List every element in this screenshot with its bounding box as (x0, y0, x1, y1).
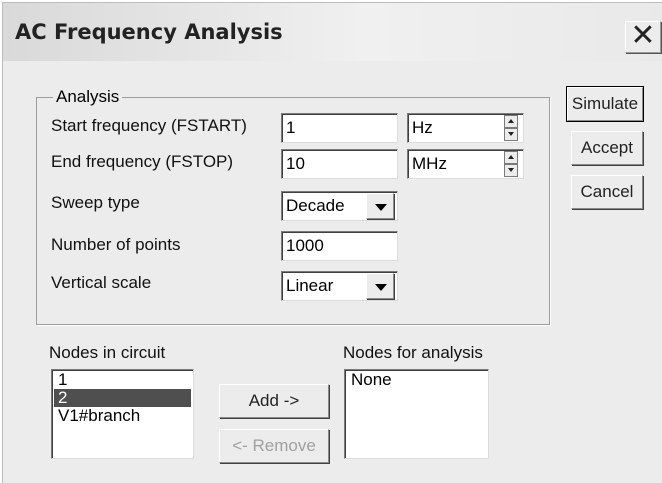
close-icon: ✕ (630, 19, 656, 52)
list-item[interactable]: 2 (54, 389, 191, 407)
number-of-points-input[interactable]: 1000 (281, 231, 398, 261)
end-unit-spinner[interactable] (504, 151, 518, 177)
dialog-title: AC Frequency Analysis (15, 20, 283, 44)
nodes-for-analysis-list[interactable]: None (344, 369, 489, 459)
close-button[interactable]: ✕ (625, 21, 661, 53)
list-item[interactable]: None (347, 371, 486, 389)
spin-down-icon[interactable] (504, 128, 518, 141)
start-frequency-input[interactable]: 1 (281, 113, 398, 143)
list-item[interactable]: V1#branch (54, 407, 191, 425)
end-frequency-input[interactable]: 10 (281, 149, 398, 179)
nodes-in-circuit-list[interactable]: 1 2 V1#branch (51, 369, 194, 459)
spin-down-icon[interactable] (504, 164, 518, 177)
spin-up-icon[interactable] (504, 115, 518, 128)
list-item[interactable]: 1 (54, 371, 191, 389)
start-frequency-label: Start frequency (FSTART) (51, 116, 247, 135)
chevron-down-icon[interactable] (366, 193, 394, 219)
simulate-button[interactable]: Simulate (566, 86, 644, 122)
start-unit-spinner[interactable] (504, 115, 518, 141)
nodes-for-analysis-label: Nodes for analysis (343, 343, 483, 362)
remove-button[interactable]: <- Remove (219, 429, 329, 463)
ac-frequency-analysis-dialog: AC Frequency Analysis ✕ Simulate Accept … (2, 2, 662, 483)
analysis-legend: Analysis (53, 87, 123, 107)
vertical-scale-label: Vertical scale (51, 273, 152, 292)
nodes-in-circuit-label: Nodes in circuit (49, 343, 166, 362)
title-bar[interactable]: AC Frequency Analysis ✕ (3, 3, 662, 61)
sweep-type-label: Sweep type (51, 193, 140, 212)
spin-up-icon[interactable] (504, 151, 518, 164)
add-button[interactable]: Add -> (219, 384, 329, 418)
number-of-points-label: Number of points (51, 235, 181, 254)
accept-button[interactable]: Accept (571, 131, 643, 165)
end-frequency-label: End frequency (FSTOP) (51, 152, 234, 171)
chevron-down-icon[interactable] (366, 273, 394, 299)
cancel-button[interactable]: Cancel (571, 175, 643, 209)
